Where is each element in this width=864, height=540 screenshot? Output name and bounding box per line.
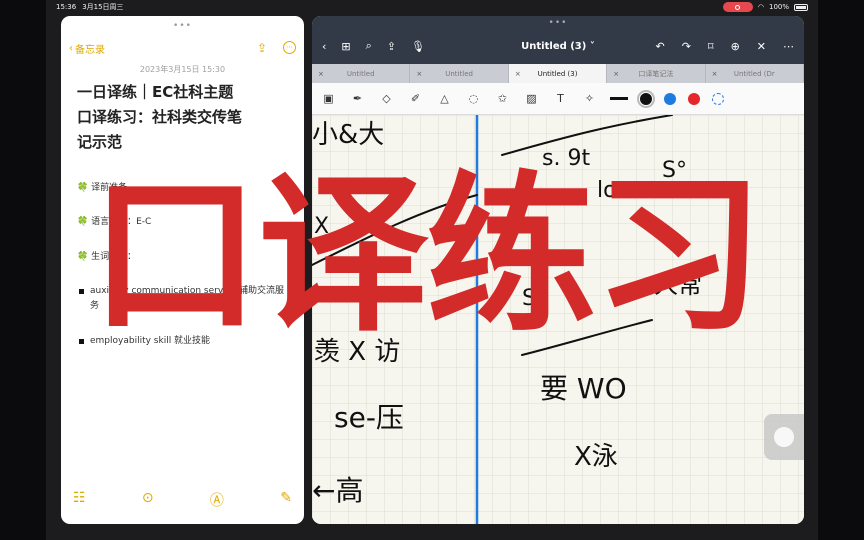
undo-icon[interactable]: ↶ bbox=[655, 40, 664, 53]
note-date: 2023年3月15日 15:30 bbox=[139, 65, 226, 74]
image-scan-icon[interactable]: ▣ bbox=[320, 90, 337, 107]
drawing-toolbar: ▣ ✒ ◇ ✐ △ ◌ ✩ ▨ T ✧ bbox=[312, 83, 804, 115]
close-icon[interactable]: × bbox=[318, 70, 324, 78]
handwriting-text: 要 WO bbox=[540, 372, 627, 405]
tab-interpretation-notes[interactable]: × 口译笔记法 bbox=[607, 64, 706, 83]
color-blue[interactable] bbox=[664, 92, 676, 105]
multitasking-grabber[interactable]: ••• bbox=[549, 18, 568, 28]
tab-untitled-3[interactable]: × Untitled (3) bbox=[508, 64, 608, 83]
search-icon[interactable]: ⌕ bbox=[366, 39, 372, 53]
handwriting-text: se-压 bbox=[334, 401, 404, 434]
handwriting-text: X泳 bbox=[574, 442, 618, 472]
checklist-icon[interactable]: ☷ bbox=[73, 490, 86, 510]
goodnotes-nav-bar: ‹ ⊞ ⌕ ⇪ 🎙 Untitled (3) ˅ ↶ ↷ ⌑ ⊕ ✕ ⋯ bbox=[312, 36, 804, 56]
microphone-icon[interactable]: 🎙 bbox=[411, 40, 425, 53]
stroke-width-selector[interactable] bbox=[610, 97, 628, 100]
close-icon[interactable]: × bbox=[712, 70, 718, 78]
lasso-icon[interactable]: ◌ bbox=[465, 90, 482, 107]
shape-icon[interactable]: △ bbox=[436, 90, 453, 107]
more-icon[interactable]: ⋯ bbox=[783, 40, 794, 53]
share-icon[interactable]: ⇪ bbox=[387, 40, 396, 53]
close-icon[interactable]: × bbox=[613, 70, 619, 78]
back-label: 备忘录 bbox=[75, 44, 105, 56]
redo-icon[interactable]: ↷ bbox=[682, 40, 691, 53]
eraser-icon[interactable]: ◇ bbox=[378, 90, 395, 107]
clover-icon: 🍀 bbox=[77, 252, 89, 262]
status-bar: 15:36 3月15日周三 ◠ 100% bbox=[46, 0, 818, 14]
bookmark-icon[interactable]: ⌑ bbox=[708, 40, 714, 53]
clover-icon: 🍀 bbox=[77, 217, 89, 227]
assistive-touch-button[interactable] bbox=[764, 414, 804, 460]
text-icon[interactable]: T bbox=[552, 90, 569, 107]
compose-icon[interactable]: ✎ bbox=[280, 490, 292, 510]
note-title-line: 口译练习：社科类交传笔 bbox=[77, 108, 243, 126]
multitasking-grabber[interactable]: ••• bbox=[173, 21, 192, 31]
tab-untitled-dr[interactable]: × Untitled (Dr bbox=[706, 64, 804, 83]
notes-bottom-toolbar: ☷ ⊙ Ⓐ ✎ bbox=[61, 490, 304, 510]
bullet-icon bbox=[79, 339, 84, 344]
notes-nav-bar: ‹ 备忘录 ⇪ ⋯ bbox=[61, 38, 304, 58]
bullet-icon bbox=[79, 289, 84, 294]
markup-icon[interactable]: Ⓐ bbox=[210, 490, 224, 510]
battery-icon bbox=[794, 3, 808, 11]
chevron-left-icon: ‹ bbox=[69, 42, 73, 54]
note-title-line: 一日译练｜EC社科主题 bbox=[77, 83, 234, 101]
wifi-icon: ◠ bbox=[757, 3, 764, 11]
document-tabs: × Untitled × Untitled × Untitled (3) × 口译笔记法… bbox=[312, 64, 804, 83]
overlay-title: 口译练习 bbox=[90, 157, 764, 355]
more-icon[interactable]: ⋯ bbox=[283, 41, 296, 54]
camera-icon[interactable]: ⊙ bbox=[142, 490, 154, 510]
color-black[interactable] bbox=[637, 89, 655, 108]
close-icon[interactable]: × bbox=[416, 70, 422, 78]
pen-mode-icon[interactable]: ✕ bbox=[757, 40, 766, 53]
note-title[interactable]: 一日译练｜EC社科主题 口译练习：社科类交传笔 记示范 bbox=[77, 80, 292, 155]
clover-icon: 🍀 bbox=[77, 183, 89, 193]
add-page-icon[interactable]: ⊕ bbox=[731, 40, 740, 53]
sticker-icon[interactable]: ✩ bbox=[494, 90, 511, 107]
status-time: 15:36 bbox=[56, 3, 77, 11]
status-date: 3月15日周三 bbox=[82, 3, 124, 11]
note-title-line: 记示范 bbox=[77, 133, 123, 151]
handwriting-text: 小&大 bbox=[312, 120, 384, 150]
battery-percent: 100% bbox=[768, 3, 789, 11]
color-red[interactable] bbox=[688, 92, 700, 105]
tab-untitled-2[interactable]: × Untitled bbox=[410, 64, 509, 83]
handwriting-text: ←高 bbox=[312, 474, 363, 507]
document-title[interactable]: Untitled (3) ˅ bbox=[521, 41, 595, 52]
screen-recording-indicator[interactable] bbox=[722, 2, 753, 12]
tab-untitled-1[interactable]: × Untitled bbox=[312, 64, 411, 83]
share-icon[interactable]: ⇪ bbox=[257, 41, 267, 55]
close-icon[interactable]: × bbox=[515, 70, 521, 78]
image-icon[interactable]: ▨ bbox=[523, 90, 540, 107]
grid-icon[interactable]: ⊞ bbox=[341, 40, 350, 53]
add-color-icon[interactable] bbox=[712, 92, 724, 105]
pen-icon[interactable]: ✒ bbox=[349, 90, 366, 107]
goodnotes-header: ••• ‹ ⊞ ⌕ ⇪ 🎙 Untitled (3) ˅ ↶ ↷ ⌑ ⊕ ✕ ⋯ bbox=[312, 16, 804, 64]
laser-pointer-icon[interactable]: ✧ bbox=[581, 90, 598, 107]
highlighter-icon[interactable]: ✐ bbox=[407, 90, 424, 107]
back-button[interactable]: ‹ 备忘录 bbox=[69, 41, 105, 56]
chevron-left-icon[interactable]: ‹ bbox=[322, 40, 326, 53]
